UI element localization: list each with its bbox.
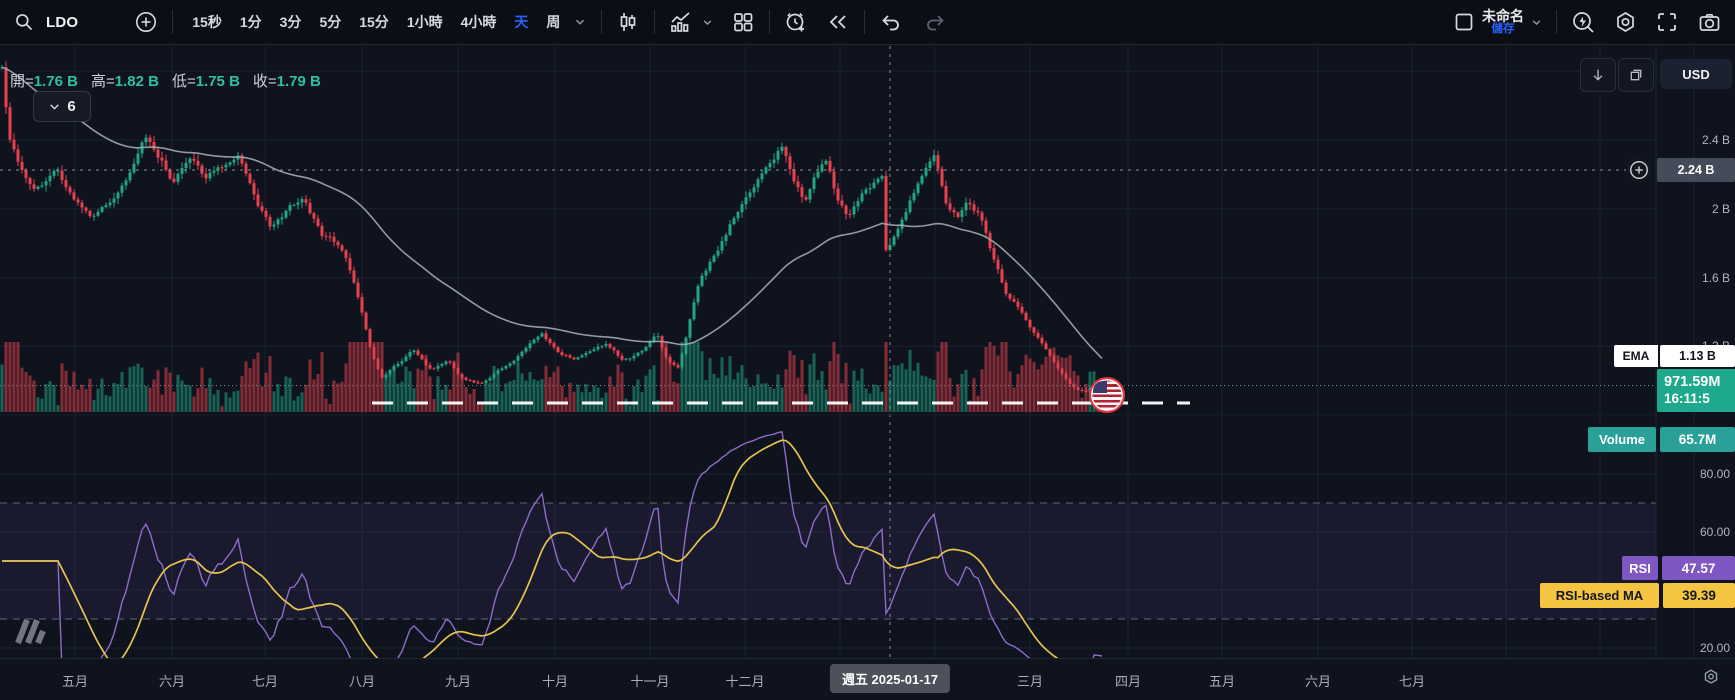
candlestick-series (1, 61, 1104, 394)
timeframe-4小時[interactable]: 4小時 (452, 7, 506, 37)
timeframe-1分[interactable]: 1分 (231, 7, 271, 37)
undo-icon[interactable] (875, 6, 907, 38)
redo-icon[interactable] (919, 6, 951, 38)
quick-search-icon[interactable] (1567, 6, 1599, 38)
price-tick-2 B: 2 B (1662, 202, 1730, 216)
collapsed-indicators-badge[interactable]: 6 (33, 91, 91, 122)
timeframe-5分[interactable]: 5分 (310, 7, 350, 37)
timeframe-15秒[interactable]: 15秒 (183, 7, 231, 37)
ohlc-legend: 開=1.76 B 高=1.82 B 低=1.75 B 收=1.79 B (10, 70, 321, 91)
timeframe-天[interactable]: 天 (505, 7, 537, 37)
layout-select-icon[interactable] (1448, 6, 1480, 38)
rsi-label: RSI (1622, 556, 1658, 580)
bar-countdown: 16:11:5 (1664, 391, 1710, 408)
ema-label: EMA (1614, 345, 1658, 367)
timeframe-group: 15秒1分3分5分15分1小時4小時天周 (183, 7, 569, 37)
month-label: 四月 (1115, 671, 1141, 690)
high-value: 1.82 B (115, 73, 159, 90)
layout-chevron-icon[interactable] (1526, 6, 1546, 38)
alert-add-icon[interactable] (780, 6, 812, 38)
month-label: 十二月 (725, 671, 764, 690)
last-price-label: 971.59M 16:11:5 (1657, 369, 1735, 412)
currency-button[interactable]: USD (1660, 59, 1732, 89)
timeframe-dropdown-chevron-icon[interactable] (569, 6, 591, 38)
time-axis[interactable]: 七月 六月 五月 四月 三月 十二月 十一月 十月 九月 八月 七月 六月 五月 週五 2025-01-… (0, 658, 1735, 700)
low-label: 低= (172, 73, 196, 90)
us-flag-marker[interactable] (1089, 377, 1125, 413)
add-alert-plus-icon[interactable] (1626, 157, 1652, 183)
top-toolbar: LDO 15秒1分3分5分15分1小時4小時天周 (0, 0, 1735, 45)
high-label: 高= (91, 73, 115, 90)
flag-canton (1093, 381, 1107, 393)
month-label: 六月 (1305, 671, 1331, 690)
low-value: 1.75 B (196, 73, 240, 90)
ema-line (2, 67, 1102, 358)
collapsed-count: 6 (67, 98, 75, 115)
price-tick-2.4 B: 2.4 B (1662, 133, 1730, 147)
layout-name: 未命名 (1482, 9, 1524, 24)
last-price: 971.59M (1664, 373, 1720, 391)
toolbar-divider (864, 10, 865, 34)
scroll-down-button[interactable] (1580, 58, 1616, 92)
trading-chart-app: LDO 15秒1分3分5分15分1小時4小時天周 (0, 0, 1735, 700)
rsi-band (0, 503, 1656, 619)
month-label: 七月 (252, 671, 278, 690)
fullscreen-icon[interactable] (1651, 6, 1683, 38)
maximize-pane-button[interactable] (1618, 58, 1654, 92)
month-label: 十月 (542, 671, 568, 690)
layout-name-button[interactable]: 未命名 儲存 (1482, 9, 1524, 36)
month-label: 十一月 (630, 671, 669, 690)
open-value: 1.76 B (34, 73, 78, 90)
snapshot-camera-icon[interactable] (1693, 6, 1725, 38)
indicators-chevron-icon[interactable] (697, 6, 717, 38)
chart-style-candles-icon[interactable] (612, 6, 644, 38)
month-label: 九月 (445, 671, 471, 690)
compare-add-icon[interactable] (130, 6, 162, 38)
toolbar-divider (1556, 10, 1557, 34)
toolbar-divider (769, 10, 770, 34)
toolbar-divider (601, 10, 602, 34)
arrow-down-icon (1590, 67, 1606, 83)
close-value: 1.79 B (277, 73, 321, 90)
rsi-ma-value-label: 39.39 (1663, 583, 1735, 608)
rsi-ma-label: RSI-based MA (1540, 583, 1659, 608)
symbol-name[interactable]: LDO (46, 14, 78, 31)
bar-replay-icon[interactable] (822, 6, 854, 38)
save-label[interactable]: 儲存 (1492, 23, 1515, 35)
timeframe-周[interactable]: 周 (537, 7, 569, 37)
symbol-search-icon[interactable] (8, 6, 40, 38)
rsi-tick-80.00: 80.00 (1662, 467, 1730, 481)
layout-templates-icon[interactable] (727, 6, 759, 38)
volume-label: Volume (1588, 427, 1656, 452)
maximize-icon (1628, 67, 1644, 83)
month-label: 八月 (349, 671, 375, 690)
rsi-tick-20.00: 20.00 (1662, 641, 1730, 655)
settings-gear-icon[interactable] (1609, 6, 1641, 38)
volume-value-label: 65.7M (1660, 427, 1735, 452)
indicators-icon[interactable] (665, 6, 697, 38)
timeframe-1小時[interactable]: 1小時 (398, 7, 452, 37)
crosshair-date-badge: 週五 2025-01-17 (830, 664, 950, 693)
currency-label: USD (1682, 67, 1709, 82)
tradingview-logo[interactable] (14, 616, 52, 646)
month-label: 五月 (1209, 671, 1235, 690)
toolbar-divider (172, 10, 173, 34)
close-label: 收= (253, 73, 277, 90)
rsi-value-label: 47.57 (1662, 556, 1735, 580)
chevron-down-icon (48, 100, 61, 113)
month-label: 六月 (159, 671, 185, 690)
open-label: 開= (10, 73, 34, 90)
toolbar-divider (654, 10, 655, 34)
crosshair-price-label: 2.24 B (1657, 158, 1735, 182)
timeframe-3分[interactable]: 3分 (271, 7, 311, 37)
timeframe-15分[interactable]: 15分 (350, 7, 398, 37)
rsi-tick-60.00: 60.00 (1662, 525, 1730, 539)
month-label: 七月 (1399, 671, 1425, 690)
ema-value-label: 1.13 B (1660, 345, 1735, 367)
chart-canvas[interactable] (0, 0, 1735, 700)
time-axis-gear-icon[interactable] (1701, 667, 1721, 692)
price-tick-1.6 B: 1.6 B (1662, 271, 1730, 285)
month-label: 三月 (1017, 671, 1043, 690)
month-label: 五月 (62, 671, 88, 690)
